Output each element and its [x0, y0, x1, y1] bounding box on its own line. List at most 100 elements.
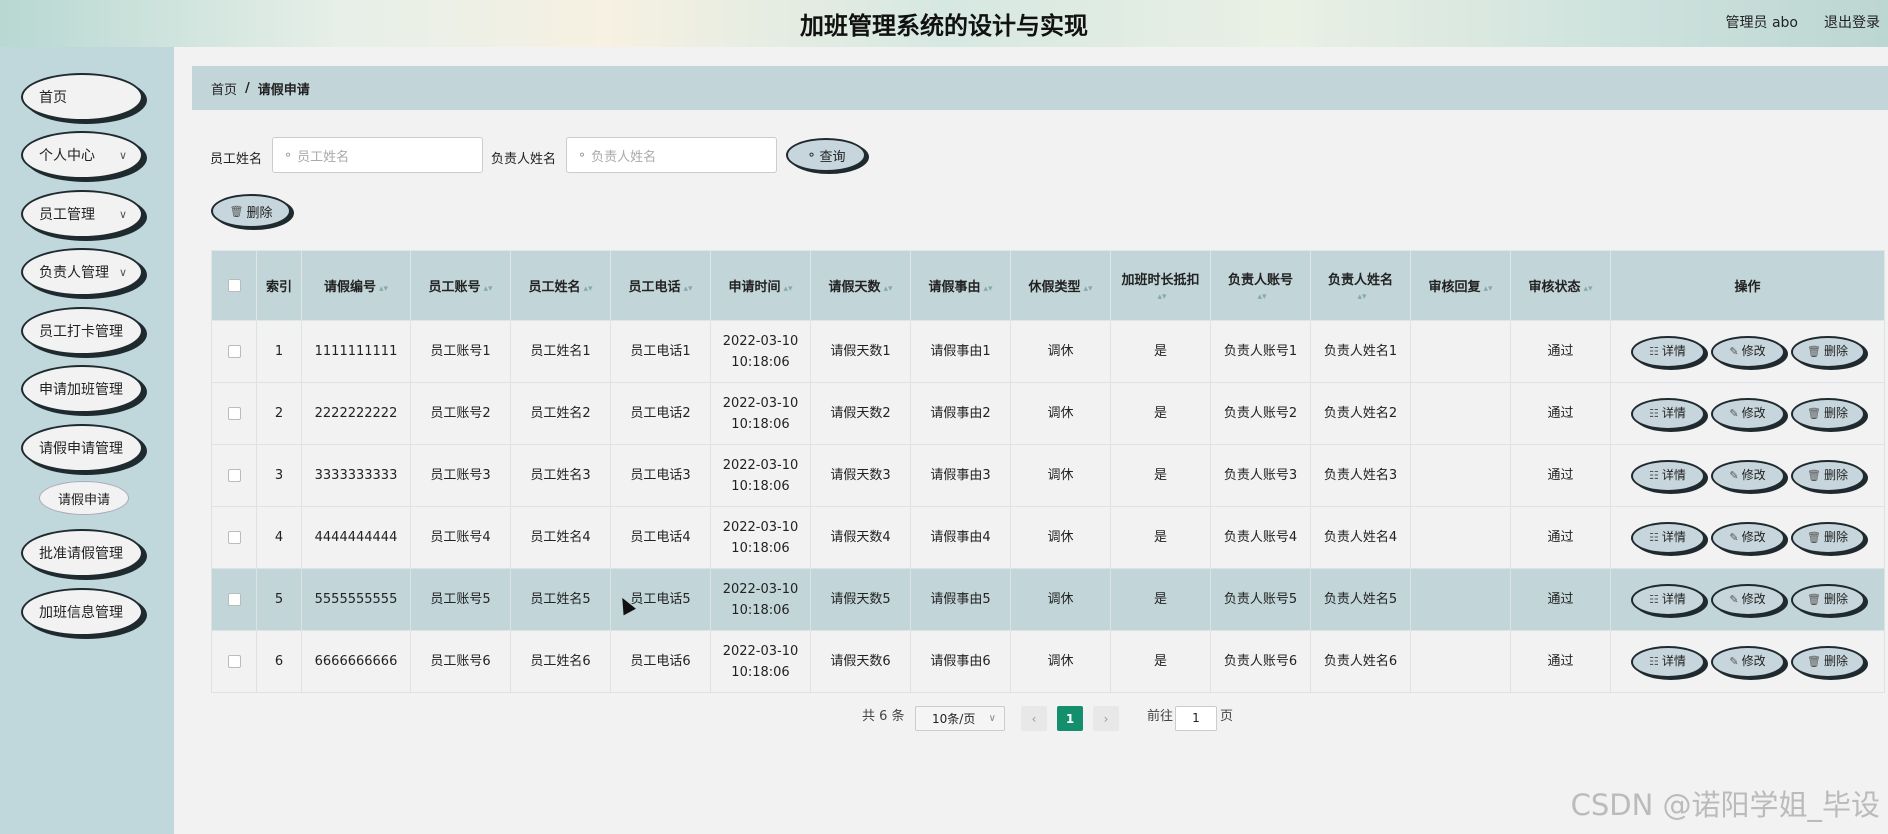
sort-icon[interactable]: ▴▾ [983, 284, 992, 294]
edit-button[interactable]: ✎ 修改 [1710, 335, 1785, 368]
table-cell-macct: 负责人账号3 [1210, 444, 1311, 507]
table-cell-acct: 员工账号5 [410, 568, 511, 631]
logout-link[interactable]: 退出登录 [1824, 12, 1880, 32]
sort-icon[interactable]: ▴▾ [1483, 284, 1492, 294]
employee-name-input[interactable]: ⚬ 员工姓名 [272, 137, 483, 173]
sort-icon[interactable]: ▴▾ [1083, 284, 1092, 294]
table-cell-macct: 负责人账号6 [1210, 630, 1311, 693]
delete-button[interactable]: 🗑︎ 删除 [1790, 583, 1865, 616]
sort-icon[interactable]: ▴▾ [1257, 292, 1266, 302]
row-checkbox[interactable] [227, 593, 241, 606]
table-cell-acct: 员工账号3 [410, 444, 511, 507]
sidebar-item[interactable]: 批准请假管理 [21, 529, 143, 577]
delete-button[interactable]: 🗑︎ 删除 [1790, 335, 1865, 368]
table-cell-no: 2222222222 [301, 382, 411, 445]
sort-icon[interactable]: ▴▾ [883, 284, 892, 294]
page-number-button[interactable]: 1 [1057, 706, 1083, 731]
table-cell-deduct: 是 [1110, 444, 1211, 507]
column-header: 请假事由 ▴▾ [910, 250, 1011, 321]
detail-button[interactable]: ☷ 详情 [1630, 397, 1705, 430]
table-cell-reply [1410, 382, 1511, 445]
table-cell-reply [1410, 444, 1511, 507]
delete-button[interactable]: 🗑︎ 删除 [1790, 459, 1865, 492]
column-header-label: 员工姓名 [528, 280, 581, 295]
table-row[interactable]: 3 3333333333 员工账号3 员工姓名3 员工电话3 2022-03-10 10:1… [211, 444, 1885, 507]
sidebar-item-label: 申请加班管理 [39, 382, 123, 398]
sort-icon[interactable]: ▴▾ [483, 284, 492, 294]
column-header-label: 请假事由 [928, 280, 981, 295]
batch-delete-button[interactable]: 🗑︎ 删除 [211, 194, 291, 228]
row-select-cell [211, 320, 257, 383]
detail-button[interactable]: ☷ 详情 [1630, 645, 1705, 678]
chevron-down-icon: ∨ [118, 149, 127, 162]
edit-button[interactable]: ✎ 修改 [1710, 459, 1785, 492]
select-all-checkbox[interactable] [227, 279, 241, 292]
edit-button[interactable]: ✎ 修改 [1710, 583, 1785, 616]
table-row[interactable]: 4 4444444444 员工账号4 员工姓名4 员工电话4 2022-03-10 10:1… [211, 506, 1885, 569]
table-cell-phone: 员工电话3 [610, 444, 711, 507]
table-cell-dt: 2022-03-10 10:18:06 [710, 444, 811, 507]
sort-icon[interactable]: ▴▾ [583, 284, 592, 294]
table-cell-macct: 负责人账号5 [1210, 568, 1311, 631]
goto-page-input[interactable]: 1 [1175, 706, 1217, 731]
detail-button[interactable]: ☷ 详情 [1630, 459, 1705, 492]
sidebar-item[interactable]: 个人中心 ∨ [21, 131, 143, 179]
row-checkbox[interactable] [227, 655, 241, 668]
sidebar-item[interactable]: 请假申请管理 [21, 424, 143, 472]
breadcrumb-home[interactable]: 首页 [211, 79, 237, 98]
delete-button[interactable]: 🗑︎ 删除 [1790, 397, 1865, 430]
table-cell-no: 4444444444 [301, 506, 411, 569]
sort-icon[interactable]: ▴▾ [683, 284, 692, 294]
sidebar-item[interactable]: 员工管理 ∨ [21, 190, 143, 238]
row-checkbox[interactable] [227, 407, 241, 420]
table-row[interactable]: 2 2222222222 员工账号2 员工姓名2 员工电话2 2022-03-10 10:1… [211, 382, 1885, 445]
delete-button[interactable]: 🗑︎ 删除 [1790, 521, 1865, 554]
sort-icon[interactable]: ▴▾ [783, 284, 792, 294]
sort-icon[interactable]: ▴▾ [379, 284, 388, 294]
edit-button[interactable]: ✎ 修改 [1710, 521, 1785, 554]
delete-button-label: 删除 [1823, 344, 1848, 358]
table-row[interactable]: 5 5555555555 员工账号5 员工姓名5 员工电话5 2022-03-10 10:1… [211, 568, 1885, 631]
edit-button[interactable]: ✎ 修改 [1710, 397, 1785, 430]
query-button[interactable]: ⚬ 查询 [786, 138, 866, 172]
table-cell-acct: 员工账号2 [410, 382, 511, 445]
manager-name-input[interactable]: ⚬ 负责人姓名 [566, 137, 777, 173]
sidebar-item[interactable]: 负责人管理 ∨ [21, 248, 143, 296]
page-size-select[interactable]: 10条/页 ∨ [915, 706, 1005, 731]
sidebar-item[interactable]: 首页 [21, 73, 143, 121]
prev-page-button[interactable]: ‹ [1021, 706, 1047, 731]
table-cell-days: 请假天数1 [810, 320, 911, 383]
table-row[interactable]: 1 1111111111 员工账号1 员工姓名1 员工电话1 2022-03-10 10:1… [211, 320, 1885, 383]
table-row[interactable]: 6 6666666666 员工账号6 员工姓名6 员工电话6 2022-03-10 10:1… [211, 630, 1885, 693]
next-page-button[interactable]: › [1093, 706, 1119, 731]
delete-button-label: 删除 [1823, 592, 1848, 606]
sidebar-item-label: 员工管理 [39, 207, 95, 223]
edit-button[interactable]: ✎ 修改 [1710, 645, 1785, 678]
delete-button[interactable]: 🗑︎ 删除 [1790, 645, 1865, 678]
detail-button[interactable]: ☷ 详情 [1630, 583, 1705, 616]
column-header-label: 休假类型 [1028, 280, 1081, 295]
column-header-label: 操作 [1734, 280, 1761, 295]
sidebar-item-label: 个人中心 [39, 148, 95, 164]
trash-icon: 🗑︎ [1807, 407, 1821, 420]
detail-button[interactable]: ☷ 详情 [1630, 335, 1705, 368]
table-cell-days: 请假天数2 [810, 382, 911, 445]
sidebar-subitem-leave-request[interactable]: 请假申请 [39, 481, 129, 515]
row-checkbox[interactable] [227, 469, 241, 482]
table-cell-no: 3333333333 [301, 444, 411, 507]
sort-icon[interactable]: ▴▾ [1157, 292, 1166, 302]
detail-button[interactable]: ☷ 详情 [1630, 521, 1705, 554]
table-cell-type: 调休 [1010, 506, 1111, 569]
row-checkbox[interactable] [227, 531, 241, 544]
column-header-label: 请假编号 [323, 280, 376, 295]
row-checkbox[interactable] [227, 345, 241, 358]
table-cell-reason: 请假事由4 [910, 506, 1011, 569]
sidebar-item[interactable]: 员工打卡管理 [21, 307, 143, 355]
sidebar-item[interactable]: 加班信息管理 [21, 588, 143, 636]
sidebar-item[interactable]: 申请加班管理 [21, 365, 143, 413]
table-cell-name: 员工姓名3 [510, 444, 611, 507]
table-cell-name: 员工姓名4 [510, 506, 611, 569]
sort-icon[interactable]: ▴▾ [1357, 292, 1366, 302]
column-header-label: 请假天数 [828, 280, 881, 295]
sort-icon[interactable]: ▴▾ [1583, 284, 1592, 294]
